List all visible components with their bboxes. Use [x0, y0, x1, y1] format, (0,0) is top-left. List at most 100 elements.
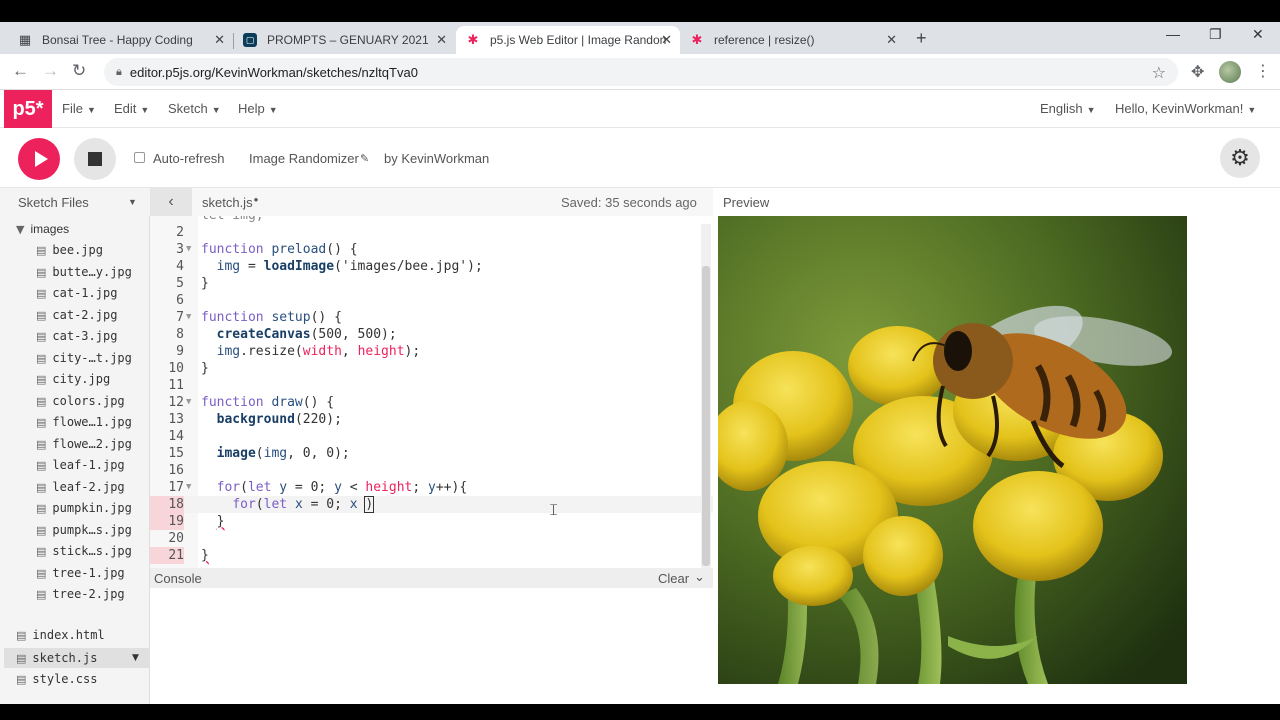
file-item[interactable]: ▤ flowe…2.jpg [36, 437, 132, 451]
file-label: leaf-1.jpg [52, 458, 125, 472]
fold-arrow-icon[interactable]: ▼ [186, 479, 191, 496]
file-item[interactable]: ▤ leaf-1.jpg [36, 458, 125, 472]
file-item[interactable]: ▤ tree-2.jpg [36, 587, 125, 601]
line-number: 8 [176, 327, 184, 342]
chevron-down-icon[interactable]: ⌄ [694, 569, 705, 585]
file-icon: ▤ [36, 330, 47, 343]
restore-icon[interactable]: ❐ [1209, 26, 1222, 43]
code-line: let img; [150, 216, 713, 224]
settings-gear-icon[interactable]: ⚙ [1220, 138, 1260, 178]
pencil-icon[interactable]: ✎ [360, 152, 369, 165]
p5-asterisk-icon: ✱ [467, 32, 479, 47]
browser-window: ▦ Bonsai Tree - Happy Coding ✕ ▢ PROMPTS… [0, 22, 1280, 704]
folder-images[interactable]: ▼ images [16, 222, 69, 236]
code-editor[interactable]: let img; 2 3▼function preload() { 4 img … [150, 216, 713, 568]
auto-refresh-checkbox[interactable] [134, 152, 145, 163]
file-item[interactable]: ▤ index.html [16, 628, 105, 642]
extensions-icon[interactable]: ✥ [1191, 62, 1204, 82]
fold-arrow-icon[interactable]: ▼ [186, 309, 191, 326]
fold-arrow-icon[interactable]: ▼ [186, 394, 191, 411]
menu-file[interactable]: File ▼ [62, 101, 96, 116]
url-bar[interactable]: 🔒︎ editor.p5js.org/KevinWorkman/sketches… [104, 58, 1178, 86]
code-line: 16 [150, 462, 713, 479]
code-text: background(220); [216, 412, 342, 427]
language-select[interactable]: English ▼ [1040, 101, 1096, 116]
file-item[interactable]: ▤ tree-1.jpg [36, 566, 125, 580]
menu-kebab-icon[interactable]: ⋮ [1255, 61, 1271, 81]
line-number: 21 [150, 547, 184, 564]
file-item[interactable]: ▤ butte…y.jpg [36, 265, 132, 279]
file-item[interactable]: ▤ pumpk…s.jpg [36, 523, 132, 537]
close-icon[interactable]: ✕ [214, 32, 225, 48]
file-item[interactable]: ▤ bee.jpg [36, 243, 103, 257]
tab-reference[interactable]: ✱ reference | resize() ✕ [680, 26, 905, 54]
url-text: editor.p5js.org/KevinWorkman/sketches/nz… [129, 64, 418, 80]
file-item[interactable]: ▤ colors.jpg [36, 394, 125, 408]
close-icon[interactable]: ✕ [661, 32, 672, 48]
tab-genuary[interactable]: ▢ PROMPTS – GENUARY 2021 ✕ [233, 26, 455, 54]
collapse-sidebar-icon[interactable]: ‹ [150, 188, 192, 216]
file-item[interactable]: ▤ cat-2.jpg [36, 308, 117, 322]
bookmark-star-icon[interactable]: ☆ [1152, 63, 1166, 83]
tab-strip: ▦ Bonsai Tree - Happy Coding ✕ ▢ PROMPTS… [0, 22, 1280, 54]
chevron-down-icon[interactable]: ▼ [132, 648, 139, 668]
file-icon: ▤ [36, 244, 47, 257]
chevron-down-icon[interactable]: ▼ [128, 197, 137, 207]
user-menu[interactable]: Hello, KevinWorkman! ▼ [1115, 101, 1256, 116]
sketch-name[interactable]: Image Randomizer [249, 151, 359, 166]
minimize-icon[interactable]: — [1166, 26, 1180, 42]
editor-filename: sketch.js [202, 194, 253, 210]
fold-arrow-icon[interactable]: ▼ [186, 241, 191, 258]
file-item[interactable]: ▤ stick…s.jpg [36, 544, 132, 558]
sidebar-title: Sketch Files [18, 194, 89, 210]
code-line: 3 ▼ function preload() { [150, 241, 713, 258]
new-tab-icon[interactable]: + [916, 28, 927, 49]
file-item[interactable]: ▤ flowe…1.jpg [36, 415, 132, 429]
preview-canvas[interactable] [718, 216, 1187, 684]
scrollbar-thumb[interactable] [702, 266, 710, 566]
menu-sketch[interactable]: Sketch ▼ [168, 101, 221, 116]
p5-logo[interactable]: p5* [4, 90, 52, 128]
back-icon[interactable]: ← [12, 61, 29, 81]
close-icon[interactable]: ✕ [886, 32, 897, 48]
close-window-icon[interactable]: ✕ [1252, 26, 1264, 43]
line-number: 14 [168, 429, 184, 444]
file-icon: ▤ [36, 566, 47, 580]
file-item[interactable]: ▤ style.css [16, 672, 97, 686]
menu-help[interactable]: Help ▼ [238, 101, 278, 116]
code-text: function preload() { [201, 242, 358, 257]
code-text: for(let x = 0; x ) [232, 496, 375, 513]
file-label: pumpkin.jpg [52, 501, 132, 515]
console-clear-button[interactable]: Clear [658, 571, 689, 586]
chevron-down-icon: ▼ [1086, 105, 1096, 115]
close-icon[interactable]: ✕ [436, 32, 447, 48]
tab-bonsai[interactable]: ▦ Bonsai Tree - Happy Coding ✕ [8, 26, 234, 54]
address-bar-row: ← → ↻ 🔒︎ editor.p5js.org/KevinWorkman/sk… [0, 54, 1280, 90]
tab-p5-editor[interactable]: ✱ p5.js Web Editor | Image Randon ✕ [456, 26, 680, 54]
profile-avatar[interactable] [1219, 61, 1241, 83]
sketch-author[interactable]: by KevinWorkman [384, 151, 489, 166]
console-label: Console [154, 571, 202, 586]
menu-edit[interactable]: Edit ▼ [114, 101, 149, 116]
file-item[interactable]: ▤ cat-1.jpg [36, 286, 117, 300]
file-icon: ▤ [36, 373, 47, 386]
reload-icon[interactable]: ↻ [72, 61, 86, 81]
file-item[interactable]: ▤ city-…t.jpg [36, 351, 132, 365]
file-item[interactable]: ▤ city.jpg [36, 372, 110, 386]
tab-title: PROMPTS – GENUARY 2021 [267, 33, 429, 47]
file-icon: ▤ [36, 459, 47, 472]
file-item[interactable]: ▤ sketch.js ▼ [4, 648, 150, 668]
line-number: 13 [168, 412, 184, 427]
stop-button[interactable] [74, 138, 116, 180]
code-text: } [201, 361, 209, 376]
code-text: image(img, 0, 0); [216, 446, 350, 461]
line-number: 5 [176, 276, 184, 291]
file-icon: ▤ [16, 673, 27, 686]
file-item[interactable]: ▤ leaf-2.jpg [36, 480, 125, 494]
file-item[interactable]: ▤ cat-3.jpg [36, 329, 117, 343]
file-item[interactable]: ▤ pumpkin.jpg [36, 501, 132, 515]
play-button[interactable] [18, 138, 60, 180]
forward-icon[interactable]: → [42, 61, 59, 81]
text-cursor-icon: 𝙸 [548, 500, 560, 519]
file-label: butte…y.jpg [52, 264, 132, 279]
